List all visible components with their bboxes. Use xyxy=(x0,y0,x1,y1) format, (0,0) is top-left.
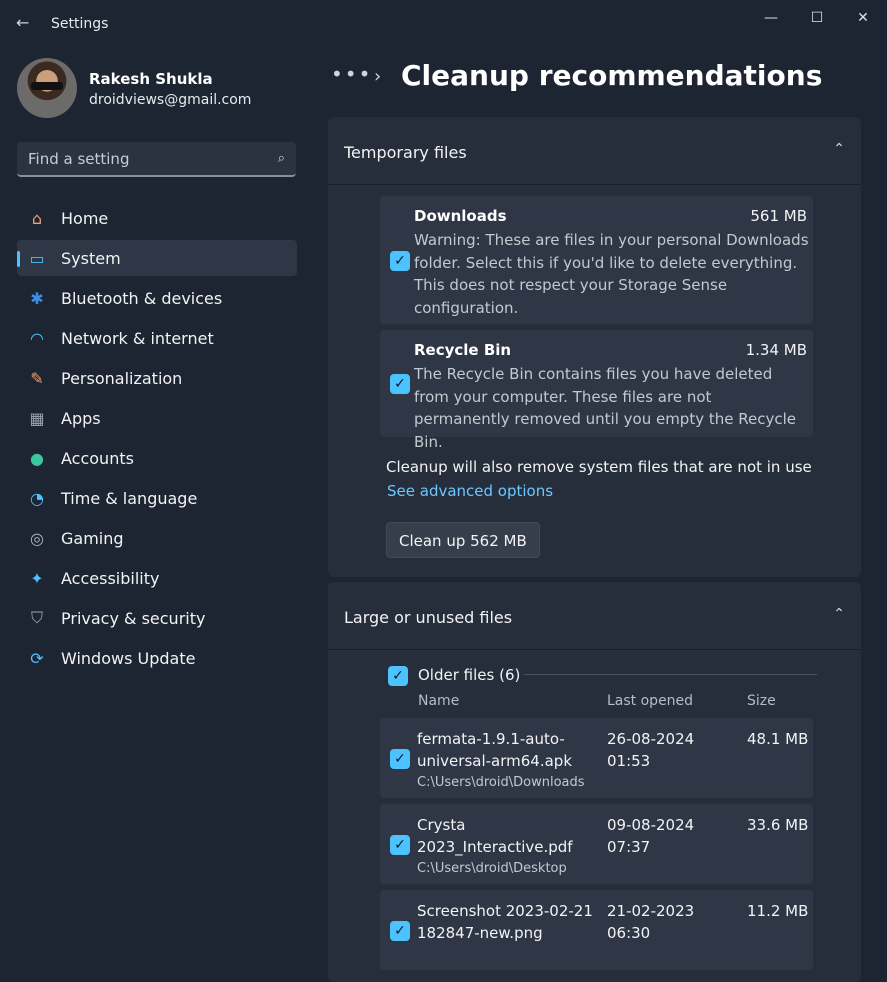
downloads-checkbox[interactable]: ✓ xyxy=(390,251,410,271)
sidebar-item-personalization[interactable]: ✎ Personalization xyxy=(17,360,297,396)
file-path: C:\Users\droid\Desktop xyxy=(417,861,567,876)
breadcrumb-chevron-icon: › xyxy=(374,66,382,87)
app-title: Settings xyxy=(51,16,109,32)
sidebar-item-label: Apps xyxy=(61,408,101,428)
sidebar-item-apps[interactable]: ▦ Apps xyxy=(17,400,297,436)
recycle-bin-title: Recycle Bin xyxy=(414,341,512,359)
column-header-name: Name xyxy=(418,693,460,709)
temporary-files-panel: Temporary files ⌃ ✓ Downloads 561 MB War… xyxy=(328,117,861,577)
file-row[interactable]: ✓ Screenshot 2023-02-21 182847-new.png 2… xyxy=(380,890,813,970)
shield-icon: ⛉ xyxy=(30,608,43,627)
file-checkbox[interactable]: ✓ xyxy=(390,835,410,855)
search-placeholder: Find a setting xyxy=(28,150,130,168)
file-row[interactable]: ✓ fermata-1.9.1-auto-universal-arm64.apk… xyxy=(380,718,813,798)
user-email: droidviews@gmail.com xyxy=(89,92,252,108)
bluetooth-icon: ✱ xyxy=(30,288,44,308)
sidebar-item-windows-update[interactable]: ⟳ Windows Update xyxy=(17,640,297,676)
temporary-files-header[interactable]: Temporary files ⌃ xyxy=(328,117,861,185)
avatar[interactable] xyxy=(17,58,77,118)
sidebar-item-time-language[interactable]: ◔ Time & language xyxy=(17,480,297,516)
search-input[interactable]: Find a setting ⌕ xyxy=(17,142,296,177)
user-name: Rakesh Shukla xyxy=(89,70,213,88)
sidebar-item-label: Accounts xyxy=(61,448,134,468)
file-checkbox[interactable]: ✓ xyxy=(390,921,410,941)
large-files-panel: Large or unused files ⌃ ✓ Older files (6… xyxy=(328,582,861,982)
divider xyxy=(524,674,817,675)
downloads-title: Downloads xyxy=(414,207,507,225)
downloads-card[interactable]: ✓ Downloads 561 MB Warning: These are fi… xyxy=(380,196,813,324)
page-title: Cleanup recommendations xyxy=(401,59,823,92)
sidebar-nav: ⌂ Home ▭ System ✱ Bluetooth & devices ◠ Network… xyxy=(17,200,297,680)
file-size: 48.1 MB xyxy=(747,730,809,748)
sidebar-item-label: Home xyxy=(61,208,109,228)
advanced-options-link[interactable]: See advanced options xyxy=(387,482,553,500)
sidebar-item-label: Time & language xyxy=(61,488,198,508)
older-files-label: Older files (6) xyxy=(418,666,521,684)
column-header-last-opened: Last opened xyxy=(607,693,694,709)
file-size: 11.2 MB xyxy=(747,902,809,920)
sidebar-item-privacy-security[interactable]: ⛉ Privacy & security xyxy=(17,600,297,636)
home-icon: ⌂ xyxy=(31,208,43,228)
file-name: Crysta 2023_Interactive.pdf xyxy=(417,816,573,856)
apps-icon: ▦ xyxy=(29,408,45,428)
downloads-description: Warning: These are files in your persona… xyxy=(414,231,809,317)
temporary-files-title: Temporary files xyxy=(344,143,467,162)
clean-up-button[interactable]: Clean up 562 MB xyxy=(386,522,540,558)
sidebar-item-label: Bluetooth & devices xyxy=(61,288,223,308)
file-path: C:\Users\droid\Downloads xyxy=(417,775,585,790)
breadcrumb-more-button[interactable]: ••• xyxy=(331,62,372,86)
sidebar-item-label: Gaming xyxy=(61,528,124,548)
older-files-checkbox[interactable]: ✓ xyxy=(388,666,408,686)
brush-icon: ✎ xyxy=(30,368,44,388)
update-icon: ⟳ xyxy=(30,648,44,668)
title-bar: ← Settings — ☐ ✕ xyxy=(0,0,887,48)
column-header-size: Size xyxy=(747,693,776,709)
large-files-title: Large or unused files xyxy=(344,608,513,627)
sidebar-item-label: Privacy & security xyxy=(61,608,206,628)
minimize-icon[interactable]: — xyxy=(748,8,794,28)
maximize-icon[interactable]: ☐ xyxy=(794,8,840,28)
file-row[interactable]: ✓ Crysta 2023_Interactive.pdf C:\Users\d… xyxy=(380,804,813,884)
file-last-opened: 09-08-2024 07:37 xyxy=(607,816,695,856)
downloads-size: 561 MB xyxy=(750,207,807,225)
file-last-opened: 26-08-2024 01:53 xyxy=(607,730,695,770)
sidebar-item-bluetooth-devices[interactable]: ✱ Bluetooth & devices xyxy=(17,280,297,316)
recycle-bin-card[interactable]: ✓ Recycle Bin 1.34 MB The Recycle Bin co… xyxy=(380,330,813,451)
sidebar-item-label: Windows Update xyxy=(61,648,196,668)
file-name: fermata-1.9.1-auto-universal-arm64.apk xyxy=(417,730,573,770)
gamepad-icon: ◎ xyxy=(30,528,44,548)
recycle-bin-checkbox[interactable]: ✓ xyxy=(390,374,410,394)
chevron-up-icon[interactable]: ⌃ xyxy=(833,141,845,157)
accessibility-icon: ✦ xyxy=(30,568,44,588)
close-icon[interactable]: ✕ xyxy=(840,8,886,28)
file-last-opened: 21-02-2023 06:30 xyxy=(607,902,695,942)
sidebar-item-system[interactable]: ▭ System xyxy=(17,240,297,276)
globe-icon: ◔ xyxy=(30,488,44,508)
active-indicator xyxy=(17,251,20,267)
sidebar-item-accessibility[interactable]: ✦ Accessibility xyxy=(17,560,297,596)
sidebar-item-gaming[interactable]: ◎ Gaming xyxy=(17,520,297,556)
sidebar-item-label: System xyxy=(61,248,121,268)
large-files-header[interactable]: Large or unused files ⌃ xyxy=(328,582,861,650)
sidebar-item-label: Network & internet xyxy=(61,328,214,348)
recycle-bin-size: 1.34 MB xyxy=(745,341,807,359)
accounts-icon: ● xyxy=(30,448,44,468)
system-icon: ▭ xyxy=(29,248,45,268)
sidebar-item-label: Personalization xyxy=(61,368,183,388)
sidebar-item-home[interactable]: ⌂ Home xyxy=(17,200,297,236)
sidebar-item-network-internet[interactable]: ◠ Network & internet xyxy=(17,320,297,356)
wifi-icon: ◠ xyxy=(30,328,44,348)
file-size: 33.6 MB xyxy=(747,816,809,834)
sidebar-item-accounts[interactable]: ● Accounts xyxy=(17,440,297,476)
cleanup-note: Cleanup will also remove system files th… xyxy=(386,458,812,476)
chevron-up-icon[interactable]: ⌃ xyxy=(833,606,845,622)
sidebar-item-label: Accessibility xyxy=(61,568,160,588)
back-arrow-icon[interactable]: ← xyxy=(16,14,34,32)
search-icon: ⌕ xyxy=(277,151,285,166)
file-name: Screenshot 2023-02-21 182847-new.png xyxy=(417,902,593,942)
file-checkbox[interactable]: ✓ xyxy=(390,749,410,769)
recycle-bin-description: The Recycle Bin contains files you have … xyxy=(414,365,796,451)
